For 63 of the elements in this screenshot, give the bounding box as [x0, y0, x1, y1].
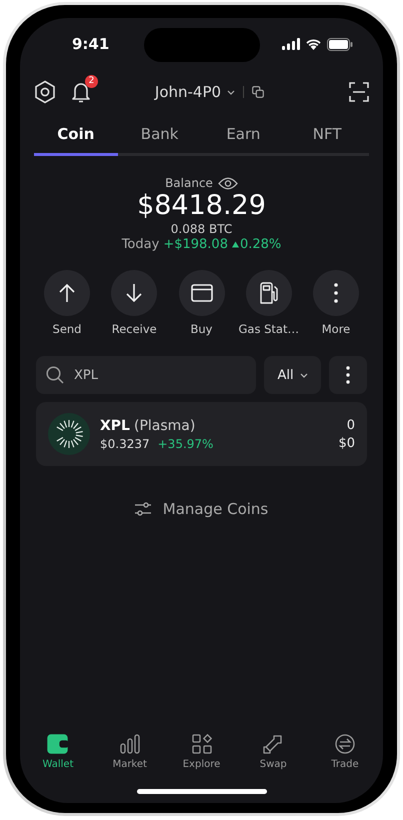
- coin-value: $0: [338, 436, 355, 450]
- nav-tab[interactable]: Market: [98, 734, 162, 770]
- coin-change: +35.97%: [158, 436, 214, 450]
- card-icon: [190, 284, 212, 302]
- send-button[interactable]: [44, 270, 90, 316]
- buy-button[interactable]: [178, 270, 224, 316]
- chevron-down-icon: [300, 372, 308, 378]
- fuel-pump-icon: [258, 282, 279, 304]
- action-label: Gas Stat…: [238, 322, 299, 336]
- nav-tab[interactable]: Trade: [313, 734, 377, 770]
- more-options-button[interactable]: [329, 356, 367, 394]
- wifi-icon: [305, 38, 322, 50]
- status-time: 9:41: [72, 35, 110, 53]
- action-label: Receive: [112, 322, 157, 336]
- up-triangle-icon: [232, 241, 239, 248]
- battery-icon: [327, 38, 353, 50]
- filter-dropdown[interactable]: All: [264, 356, 321, 394]
- more-icon: [346, 366, 350, 384]
- nav-tab[interactable]: Wallet: [26, 734, 90, 770]
- wallet-icon: [47, 734, 69, 754]
- coin-price: $0.3237: [100, 436, 150, 450]
- swap-arrows-icon: [263, 734, 284, 754]
- sliders-icon: [134, 502, 151, 516]
- copy-button[interactable]: [252, 86, 264, 98]
- action-label: More: [322, 322, 350, 336]
- bar-chart-icon: [120, 734, 140, 754]
- grid-icon: [192, 734, 212, 754]
- coin-logo-icon: [48, 413, 90, 455]
- arrow-down-icon: [125, 283, 144, 303]
- chevron-down-icon: [227, 90, 236, 94]
- coin-card[interactable]: XPL (Plasma) $0.3237 +35.97% 0 $0: [36, 402, 367, 466]
- today-percent: 0.28%: [240, 237, 282, 252]
- receive-button[interactable]: [111, 270, 158, 316]
- today-change: +$198.08: [163, 237, 228, 252]
- coin-amount: 0: [346, 418, 355, 432]
- btc-amount: 0.088 BTC: [170, 222, 232, 236]
- arrow-up-icon: [58, 283, 76, 303]
- notification-badge: 2: [85, 75, 98, 88]
- settings-button[interactable]: [34, 80, 56, 104]
- manage-coins-button[interactable]: Manage Coins: [134, 500, 268, 518]
- scan-button[interactable]: [348, 82, 369, 102]
- tab[interactable]: Earn: [202, 114, 286, 156]
- eye-icon[interactable]: [218, 176, 238, 190]
- tab[interactable]: Coin: [34, 114, 118, 156]
- gas-station-button[interactable]: [246, 270, 292, 316]
- action-label: Send: [52, 322, 82, 336]
- account-selector[interactable]: John-4P0: [154, 83, 236, 101]
- action-label: Buy: [190, 322, 212, 336]
- coin-symbol: XPL: [100, 418, 130, 434]
- exchange-icon: [335, 734, 355, 754]
- search-field[interactable]: XPL: [36, 356, 256, 394]
- today-label: Today: [122, 237, 160, 252]
- nav-tab[interactable]: Explore: [170, 734, 234, 770]
- tab[interactable]: NFT: [285, 114, 369, 156]
- coin-name: (Plasma): [134, 418, 196, 434]
- search-icon: [46, 366, 64, 384]
- notifications-button[interactable]: 2: [70, 75, 98, 104]
- nav-tab[interactable]: Swap: [241, 734, 306, 770]
- balance-label: Balance: [165, 176, 213, 190]
- more-icon: [334, 283, 338, 303]
- signal-icon: [282, 38, 300, 50]
- tab[interactable]: Bank: [118, 114, 202, 156]
- balance-amount: $8418.29: [137, 190, 266, 222]
